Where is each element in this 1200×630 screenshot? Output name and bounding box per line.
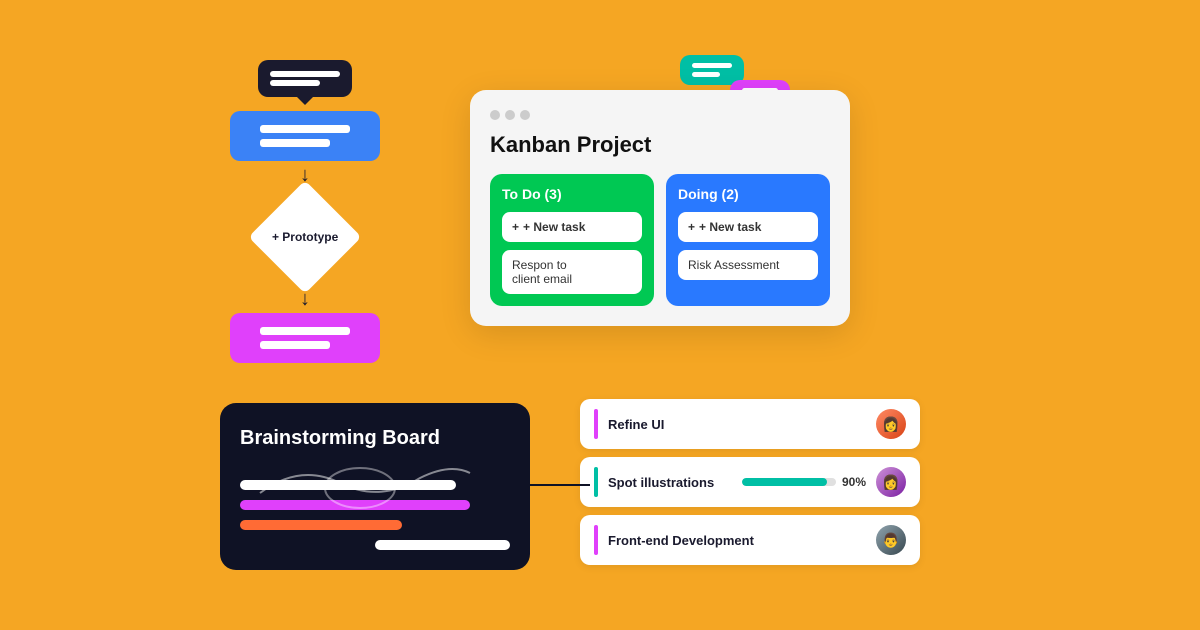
flow-rect-line [260,125,350,133]
flow-rect-line [260,139,330,147]
kanban-card: Kanban Project To Do (3) + + New task Re… [470,90,850,326]
task-avatar2: 👩 [876,467,906,497]
task-bar-accent2 [594,467,598,497]
flowchart: ↓ + Prototype ↓ [230,60,380,363]
brainstorm-title: Brainstorming Board [240,427,510,450]
task-label: Refine UI [608,417,866,432]
kanban-dot [490,110,500,120]
chat-line [270,71,340,77]
kanban-task-card2: Risk Assessment [678,250,818,280]
avatar-img: 👩 [876,409,906,439]
chat-line [270,80,320,86]
kanban-dot [505,110,515,120]
kanban-todo-col: To Do (3) + + New task Respon to client … [490,174,654,306]
plus-icon2: + [688,220,695,234]
kanban-columns: To Do (3) + + New task Respon to client … [490,174,830,306]
task-item-frontend: Front-end Development 👨 [580,515,920,565]
flow-diamond: + Prototype [248,180,361,293]
progress-bg [742,478,836,486]
flow-rect-line [260,341,330,349]
flow-rect-pink [230,313,380,363]
task-avatar3: 👨 [876,525,906,555]
task-avatar: 👩 [876,409,906,439]
kanban-new-task-btn2[interactable]: + + New task [678,212,818,242]
task-list: Refine UI 👩 Spot illustrations 90% 👩 Fro… [580,399,920,565]
task-item-refine-ui: Refine UI 👩 [580,399,920,449]
connector-line [530,470,590,500]
task-bar-accent3 [594,525,598,555]
task-item-spot-illustrations: Spot illustrations 90% 👩 [580,457,920,507]
kanban-window-dots [490,110,830,120]
kanban-new-task-btn[interactable]: + + New task [502,212,642,242]
avatar-img2: 👩 [876,467,906,497]
kanban-doing-col: Doing (2) + + New task Risk Assessment [666,174,830,306]
kanban-task-card: Respon to client email [502,250,642,294]
flow-rect-line [260,327,350,335]
plus-icon: + [512,220,519,234]
b-line-white2 [375,540,510,550]
kanban-dot [520,110,530,120]
progress-fill [742,478,827,486]
brainstorm-card: Brainstorming Board [220,403,530,570]
flow-rect-blue [230,111,380,161]
flow-chat-bubble [258,60,352,97]
task-progress: 90% [742,475,866,489]
task-bar-accent [594,409,598,439]
task-pct: 90% [842,475,866,489]
kanban-title: Kanban Project [490,132,830,158]
bubble-line [692,72,720,77]
task-label2: Spot illustrations [608,475,732,490]
swirl-decoration [240,453,480,513]
kanban-todo-title: To Do (3) [502,186,642,202]
avatar-img3: 👨 [876,525,906,555]
bubble-line [692,63,732,68]
b-line-orange [240,520,402,530]
flow-arrow-down2: ↓ [300,289,310,309]
task-label3: Front-end Development [608,533,866,548]
kanban-doing-title: Doing (2) [678,186,818,202]
flow-diamond-label: + Prototype [272,230,338,244]
